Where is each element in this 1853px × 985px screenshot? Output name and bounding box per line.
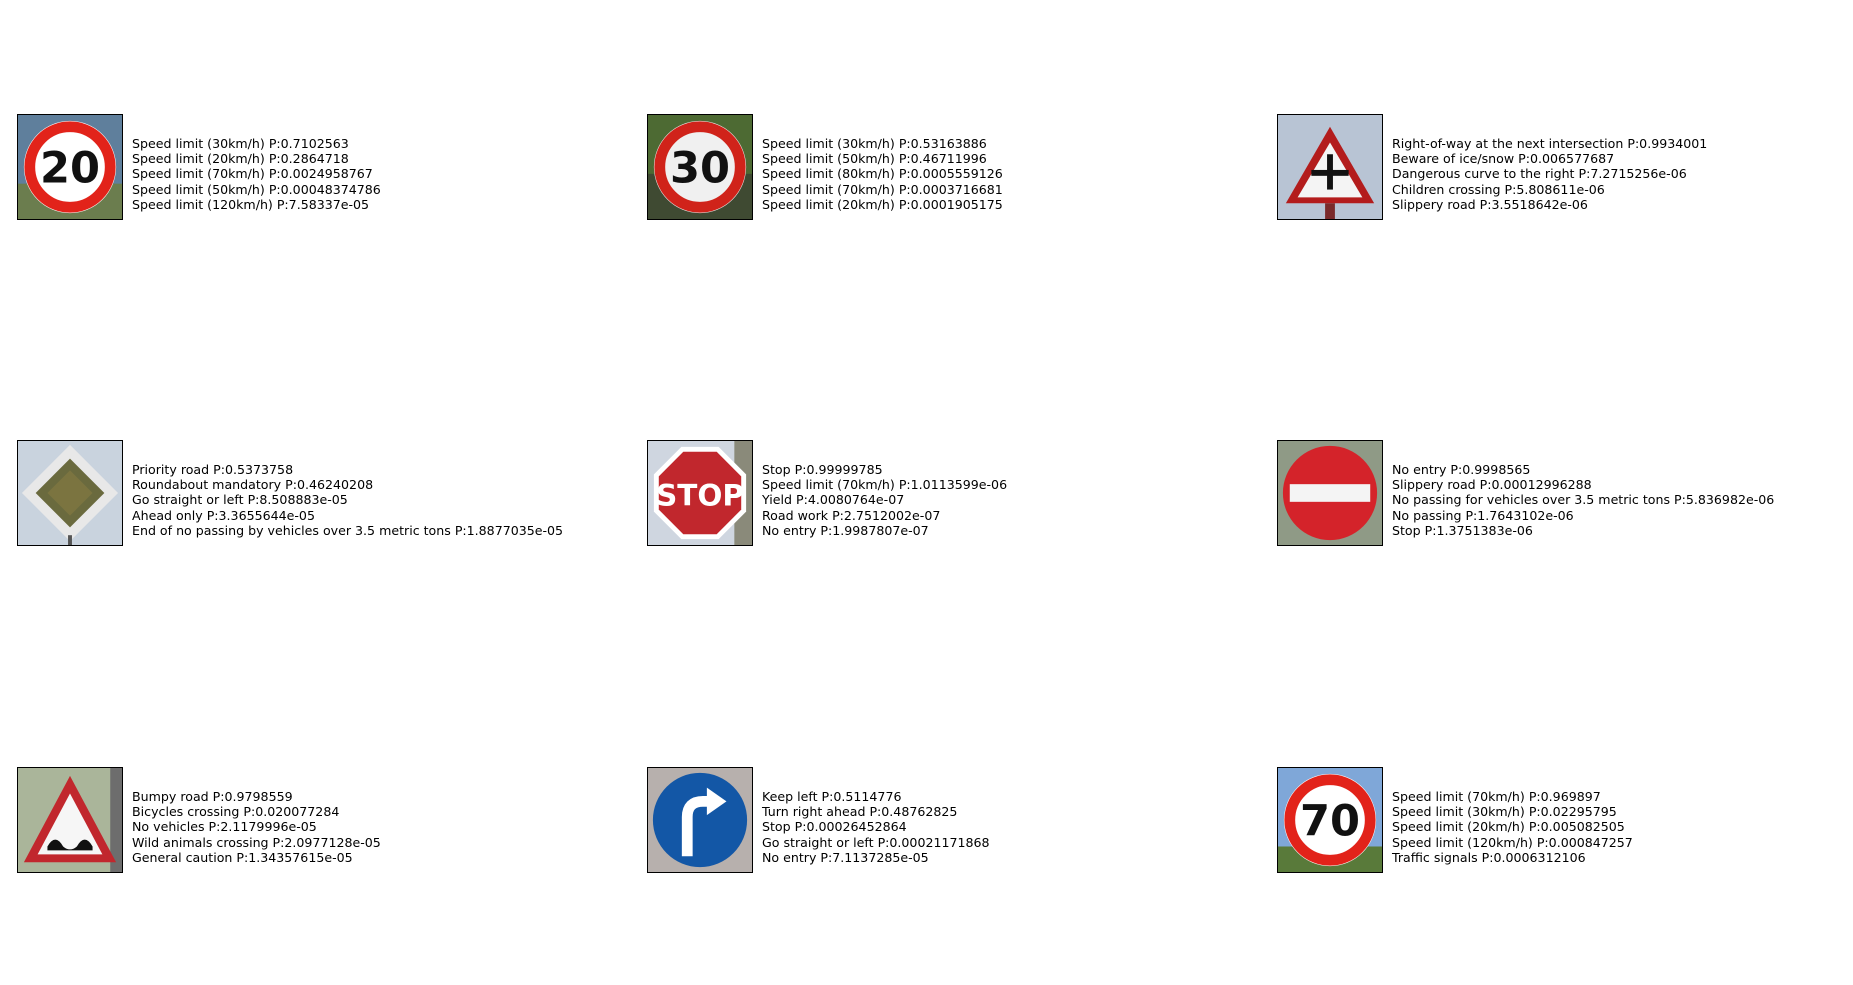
turn-right-ahead-sign-icon	[648, 768, 752, 872]
result-cell-1: 20 Speed limit (30km/h) P:0.7102563 Spee…	[17, 114, 577, 222]
prediction-list: Speed limit (70km/h) P:0.969897 Speed li…	[1392, 789, 1633, 865]
prediction-item: No entry P:0.9998565	[1392, 462, 1531, 477]
prediction-item: Yield P:4.0080764e-07	[762, 492, 905, 508]
no-entry-sign-icon	[1278, 441, 1382, 545]
prediction-item: Wild animals crossing P:2.0977128e-05	[132, 834, 381, 850]
prediction-item: Slippery road P:3.5518642e-06	[1392, 196, 1588, 212]
prediction-item: Keep left P:0.5114776	[762, 789, 902, 804]
prediction-list: Speed limit (30km/h) P:0.53163886 Speed …	[762, 136, 1003, 212]
prediction-item: Children crossing P:5.808611e-06	[1392, 181, 1605, 197]
prediction-item: Speed limit (20km/h) P:0.2864718	[132, 151, 349, 167]
prediction-item: Beware of ice/snow P:0.006577687	[1392, 151, 1615, 167]
result-cell-2: 30 Speed limit (30km/h) P:0.53163886 Spe…	[647, 114, 1207, 222]
prediction-item: No entry P:7.1137285e-05	[762, 849, 929, 865]
prediction-item: Roundabout mandatory P:0.46240208	[132, 477, 374, 493]
warning-sign-image	[1277, 114, 1383, 220]
prediction-item: Priority road P:0.5373758	[132, 462, 294, 477]
prediction-item: Traffic signals P:0.0006312106	[1392, 849, 1586, 865]
prediction-item: No vehicles P:2.1179996e-05	[132, 819, 317, 835]
prediction-item: Bicycles crossing P:0.020077284	[132, 804, 340, 820]
result-cell-6: No entry P:0.9998565 Slippery road P:0.0…	[1277, 440, 1837, 548]
priority-road-sign-icon	[18, 441, 122, 545]
prediction-list: Priority road P:0.5373758 Roundabout man…	[132, 462, 563, 538]
prediction-item: Speed limit (80km/h) P:0.0005559126	[762, 166, 1003, 182]
prediction-item: No entry P:1.9987807e-07	[762, 522, 929, 538]
prediction-item: Ahead only P:3.3655644e-05	[132, 507, 315, 523]
stop-sign-icon: STOP	[648, 441, 752, 545]
prediction-item: Speed limit (50km/h) P:0.46711996	[762, 151, 987, 167]
prediction-list: Right-of-way at the next intersection P:…	[1392, 136, 1707, 212]
prediction-item: No passing P:1.7643102e-06	[1392, 507, 1574, 523]
prediction-item: Speed limit (30km/h) P:0.53163886	[762, 136, 987, 151]
prediction-item: Speed limit (20km/h) P:0.005082505	[1392, 819, 1625, 835]
bumpy-road-sign-image	[17, 767, 123, 873]
result-cell-9: 70 Speed limit (70km/h) P:0.969897 Speed…	[1277, 767, 1837, 875]
prediction-item: Speed limit (70km/h) P:0.0003716681	[762, 181, 1003, 197]
prediction-list: Stop P:0.99999785 Speed limit (70km/h) P…	[762, 462, 1007, 538]
prediction-item: Go straight or left P:8.508883e-05	[132, 492, 348, 508]
prediction-item: Speed limit (30km/h) P:0.7102563	[132, 136, 349, 151]
prediction-item: Speed limit (20km/h) P:0.0001905175	[762, 196, 1003, 212]
prediction-list: No entry P:0.9998565 Slippery road P:0.0…	[1392, 462, 1774, 538]
prediction-item: Stop P:0.99999785	[762, 462, 883, 477]
prediction-list: Keep left P:0.5114776 Turn right ahead P…	[762, 789, 990, 865]
prediction-item: Dangerous curve to the right P:7.2715256…	[1392, 166, 1687, 182]
prediction-list: Speed limit (30km/h) P:0.7102563 Speed l…	[132, 136, 381, 212]
result-cell-8: Keep left P:0.5114776 Turn right ahead P…	[647, 767, 1207, 875]
prediction-item: Speed limit (50km/h) P:0.00048374786	[132, 181, 381, 197]
svg-text:STOP: STOP	[656, 479, 744, 513]
speed-limit-sign-image: 20	[17, 114, 123, 220]
intersection-warning-sign-icon	[1278, 115, 1382, 219]
prediction-item: Speed limit (120km/h) P:0.000847257	[1392, 834, 1633, 850]
prediction-item: Slippery road P:0.00012996288	[1392, 477, 1592, 493]
prediction-item: Turn right ahead P:0.48762825	[762, 804, 958, 820]
prediction-item: Go straight or left P:0.00021171868	[762, 834, 990, 850]
prediction-item: General caution P:1.34357615e-05	[132, 849, 353, 865]
prediction-item: Speed limit (30km/h) P:0.02295795	[1392, 804, 1617, 820]
svg-text:30: 30	[670, 144, 730, 194]
result-cell-4: Priority road P:0.5373758 Roundabout man…	[17, 440, 577, 548]
prediction-item: Stop P:1.3751383e-06	[1392, 522, 1533, 538]
bumpy-road-sign-icon	[18, 768, 122, 872]
prediction-list: Bumpy road P:0.9798559 Bicycles crossing…	[132, 789, 381, 865]
prediction-item: Road work P:2.7512002e-07	[762, 507, 941, 523]
priority-road-sign-image	[17, 440, 123, 546]
stop-sign-image: STOP	[647, 440, 753, 546]
speed-limit-sign-icon: 20	[18, 115, 122, 219]
prediction-item: Speed limit (70km/h) P:1.0113599e-06	[762, 477, 1008, 493]
svg-text:70: 70	[1300, 797, 1360, 847]
no-entry-sign-image	[1277, 440, 1383, 546]
prediction-item: Speed limit (120km/h) P:7.58337e-05	[132, 196, 370, 212]
result-cell-7: Bumpy road P:0.9798559 Bicycles crossing…	[17, 767, 577, 875]
prediction-item: Speed limit (70km/h) P:0.0024958767	[132, 166, 373, 182]
speed-limit-sign-icon: 70	[1278, 768, 1382, 872]
prediction-item: No passing for vehicles over 3.5 metric …	[1392, 492, 1775, 508]
result-cell-5: STOP Stop P:0.99999785 Speed limit (70km…	[647, 440, 1207, 548]
result-cell-3: Right-of-way at the next intersection P:…	[1277, 114, 1837, 222]
prediction-item: Bumpy road P:0.9798559	[132, 789, 293, 804]
prediction-item: Right-of-way at the next intersection P:…	[1392, 136, 1708, 151]
speed-limit-sign-icon: 30	[648, 115, 752, 219]
prediction-item: Stop P:0.00026452864	[762, 819, 907, 835]
speed-limit-sign-image: 70	[1277, 767, 1383, 873]
svg-text:20: 20	[40, 144, 100, 194]
prediction-item: Speed limit (70km/h) P:0.969897	[1392, 789, 1601, 804]
prediction-item: End of no passing by vehicles over 3.5 m…	[132, 522, 564, 538]
turn-right-sign-image	[647, 767, 753, 873]
speed-limit-sign-image: 30	[647, 114, 753, 220]
